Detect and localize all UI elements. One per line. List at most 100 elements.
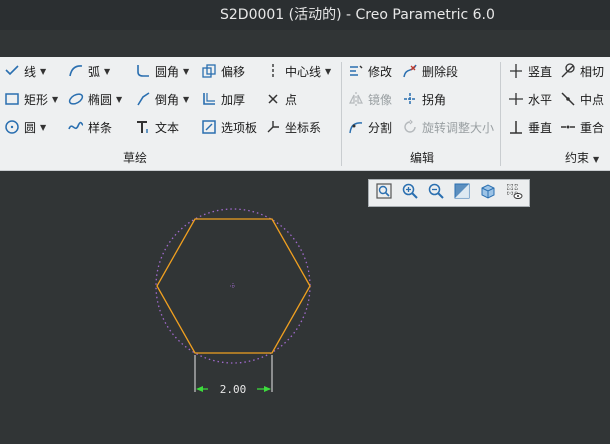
rectangle-label: 矩形 (24, 92, 49, 107)
point-icon (265, 91, 281, 107)
coord-sys-label: 坐标系 (285, 120, 322, 135)
fillet-tool-button[interactable]: 圆角 ▼ (135, 60, 189, 82)
modify-button[interactable]: 修改 (348, 60, 392, 82)
arc-label: 弧 (88, 64, 101, 79)
horizontal-label: 水平 (528, 92, 553, 107)
center-point[interactable] (230, 283, 236, 289)
vertical-constraint-button[interactable]: 竖直 (508, 60, 552, 82)
coincident-label: 重合 (580, 120, 605, 135)
palette-icon (201, 119, 217, 135)
hexagon-sketch[interactable] (156, 218, 311, 354)
chevron-down-icon[interactable]: ▼ (52, 95, 58, 104)
chevron-down-icon[interactable]: ▼ (116, 95, 122, 104)
palette-tool-button[interactable]: 选项板 (201, 116, 257, 138)
text-tool-button[interactable]: 文本 (135, 116, 179, 138)
coincident-constraint-button[interactable]: 重合 (560, 116, 604, 138)
midpoint-label: 中点 (580, 92, 605, 107)
point-label: 点 (285, 92, 298, 107)
palette-label: 选项板 (221, 120, 258, 135)
offset-icon (201, 63, 217, 79)
chevron-down-icon[interactable]: ▼ (183, 95, 189, 104)
ellipse-label: 椭圆 (88, 92, 113, 107)
coord-sys-tool-button[interactable]: 坐标系 (265, 116, 321, 138)
modify-label: 修改 (368, 64, 393, 79)
thicken-label: 加厚 (221, 92, 246, 107)
centerline-tool-button[interactable]: 中心线 ▼ (265, 60, 331, 82)
chevron-down-icon[interactable]: ▼ (40, 123, 46, 132)
vertical-label: 竖直 (528, 64, 553, 79)
centerline-icon (265, 63, 281, 79)
rectangle-tool-button[interactable]: 矩形 ▼ (4, 88, 58, 110)
constrain-group-menu[interactable]: 约束 ▼ (565, 149, 599, 166)
chevron-down-icon[interactable]: ▼ (183, 67, 189, 76)
rotate-resize-label: 旋转调整大小 (422, 120, 495, 135)
rectangle-icon (4, 91, 20, 107)
mirror-label: 镜像 (368, 92, 393, 107)
chevron-down-icon[interactable]: ▼ (40, 67, 46, 76)
text-icon (135, 119, 151, 135)
point-tool-button[interactable]: 点 (265, 88, 297, 110)
sketch-canvas[interactable]: 2.00 (0, 171, 610, 444)
circle-icon (4, 119, 20, 135)
chamfer-icon (135, 91, 151, 107)
circle-label: 圆 (24, 120, 37, 135)
group-divider (500, 62, 501, 166)
ribbon: 线 ▼ 弧 ▼ 圆角 ▼ 偏移 中心线 ▼ 矩形 ▼ 椭圆 ▼ 倒角 ▼ 加厚 点 圆 ▼ (0, 57, 610, 171)
dimension-value[interactable]: 2.00 (220, 383, 247, 396)
edit-group-label: 编辑 (410, 151, 435, 165)
delete-segment-icon (402, 63, 418, 79)
spline-label: 样条 (88, 120, 113, 135)
corner-button[interactable]: 拐角 (402, 88, 446, 110)
perpendicular-constraint-button[interactable]: 垂直 (508, 116, 552, 138)
rotate-resize-button[interactable]: 旋转调整大小 (402, 116, 494, 138)
perpendicular-constraint-icon (508, 119, 524, 135)
arc-tool-button[interactable]: 弧 ▼ (68, 60, 110, 82)
horizontal-constraint-button[interactable]: 水平 (508, 88, 552, 110)
thicken-icon (201, 91, 217, 107)
chamfer-tool-button[interactable]: 倒角 ▼ (135, 88, 189, 110)
ribbon-tab-strip (0, 30, 610, 57)
chevron-down-icon[interactable]: ▼ (104, 67, 110, 76)
constrain-group-label: 约束 (565, 151, 590, 165)
horizontal-constraint-icon (508, 91, 524, 107)
delete-segment-button[interactable]: 删除段 (402, 60, 458, 82)
offset-label: 偏移 (221, 64, 246, 79)
coordinate-system-icon (265, 119, 281, 135)
vertical-constraint-icon (508, 63, 524, 79)
tangent-constraint-button[interactable]: 相切 (560, 60, 604, 82)
offset-tool-button[interactable]: 偏移 (201, 60, 245, 82)
rotate-resize-icon (402, 119, 418, 135)
thicken-tool-button[interactable]: 加厚 (201, 88, 245, 110)
chamfer-label: 倒角 (155, 92, 180, 107)
mirror-icon (348, 91, 364, 107)
ellipse-icon (68, 91, 84, 107)
midpoint-constraint-button[interactable]: 中点 (560, 88, 604, 110)
midpoint-constraint-icon (560, 91, 576, 107)
line-tool-button[interactable]: 线 ▼ (4, 60, 46, 82)
spline-icon (68, 119, 84, 135)
text-label: 文本 (155, 120, 180, 135)
arc-icon (68, 63, 84, 79)
chevron-down-icon[interactable]: ▼ (593, 155, 599, 164)
ellipse-tool-button[interactable]: 椭圆 ▼ (68, 88, 122, 110)
divide-icon (348, 119, 364, 135)
window-title: S2D0001 (活动的) - Creo Parametric 6.0 (220, 7, 495, 23)
sketch-group-label: 草绘 (123, 151, 148, 165)
mirror-button[interactable]: 镜像 (348, 88, 392, 110)
circle-tool-button[interactable]: 圆 ▼ (4, 116, 46, 138)
fillet-label: 圆角 (155, 64, 180, 79)
corner-label: 拐角 (422, 92, 447, 107)
spline-tool-button[interactable]: 样条 (68, 116, 112, 138)
delete-segment-label: 删除段 (422, 64, 459, 79)
perpendicular-label: 垂直 (528, 120, 553, 135)
tangent-label: 相切 (580, 64, 605, 79)
corner-icon (402, 91, 418, 107)
divide-label: 分割 (368, 120, 393, 135)
divide-button[interactable]: 分割 (348, 116, 392, 138)
line-icon (4, 63, 20, 79)
tangent-constraint-icon (560, 63, 576, 79)
chevron-down-icon[interactable]: ▼ (325, 67, 331, 76)
modify-icon (348, 63, 364, 79)
line-label: 线 (24, 64, 37, 79)
title-bar: S2D0001 (活动的) - Creo Parametric 6.0 (0, 0, 610, 30)
